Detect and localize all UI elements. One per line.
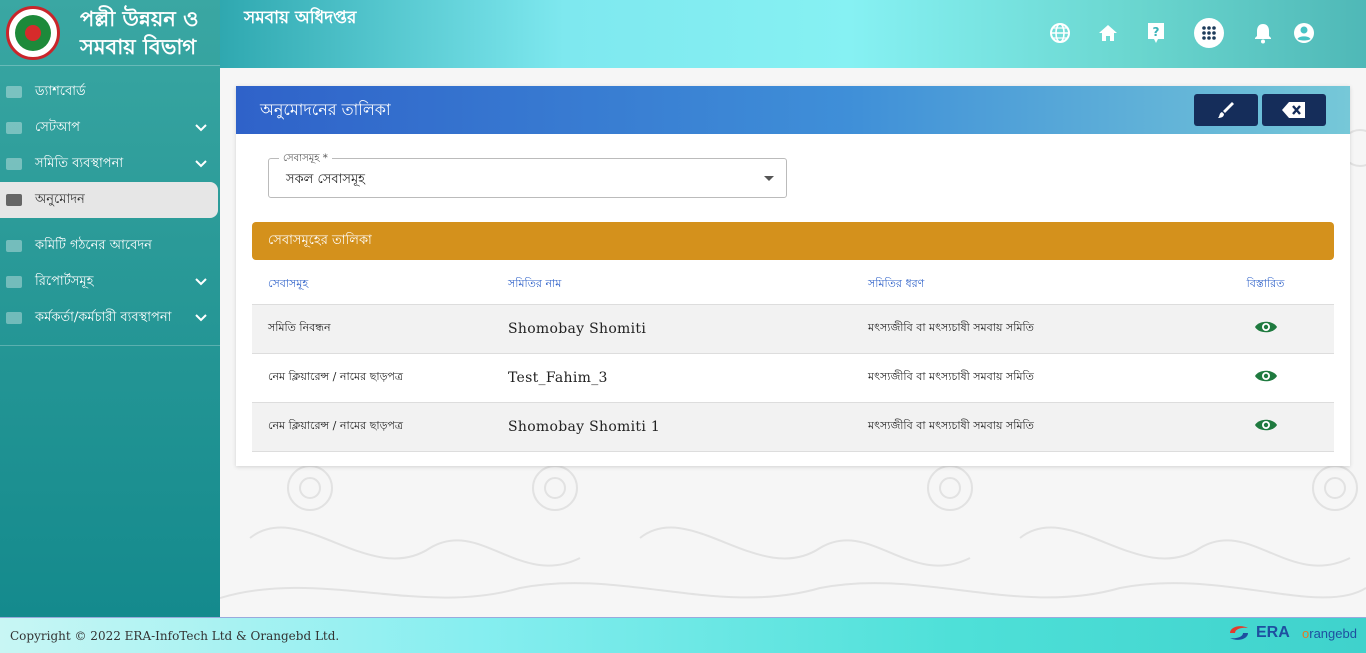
- cell-details: [1197, 304, 1334, 354]
- mail-icon: [6, 86, 22, 98]
- table-title: সেবাসমূহের তালিকা: [252, 222, 1334, 260]
- table-row: নেম ক্লিয়ারেন্স / নামের ছাড়পত্র Shomob…: [252, 402, 1334, 452]
- home-icon[interactable]: [1095, 20, 1121, 46]
- cell-society-name: Shomobay Shomiti 1: [492, 402, 852, 452]
- help-icon[interactable]: ?: [1143, 20, 1169, 46]
- chevron-down-icon: [195, 124, 207, 132]
- sidebar-item-label: সেটআপ: [35, 119, 80, 135]
- copyright-text: Copyright © 2022 ERA-InfoTech Ltd & Oran…: [10, 628, 340, 643]
- globe-icon[interactable]: [1047, 20, 1073, 46]
- view-details-icon[interactable]: [1254, 417, 1278, 436]
- page-title: সমবায় অধিদপ্তর: [244, 8, 357, 28]
- column-header-society-type[interactable]: সমিতির ধরণ: [852, 266, 1197, 305]
- view-details-icon[interactable]: [1254, 368, 1278, 387]
- cell-details: [1197, 353, 1334, 403]
- dropdown-arrow-icon: [764, 176, 774, 181]
- chevron-down-icon: [195, 160, 207, 168]
- orangebd-logo: orangebd: [1302, 626, 1357, 641]
- approval-list-card: অনুমোদনের তালিকা সেবাসমূহ * সকল সেবাসমূহ…: [236, 86, 1350, 466]
- cell-society-type: মৎস্যজীবি বা মৎস্যচাষী সমবায় সমিতি: [852, 402, 1197, 452]
- sidebar-item-dashboard[interactable]: ড্যাশবোর্ড: [0, 74, 220, 110]
- sidebar-item-label: সমিতি ব্যবস্থাপনা: [35, 155, 124, 171]
- sidebar-item-staff-management[interactable]: কর্মকর্তা/কর্মচারী ব্যবস্থাপনা: [0, 300, 220, 336]
- bell-icon[interactable]: [1250, 20, 1276, 46]
- account-icon[interactable]: [1291, 20, 1317, 46]
- sidebar-item-committee-application[interactable]: কমিটি গঠনের আবেদন: [0, 228, 220, 264]
- mail-icon: [6, 194, 22, 206]
- grid-icon: [6, 158, 22, 170]
- card-header: অনুমোদনের তালিকা: [236, 86, 1350, 134]
- era-logo: ERA: [1228, 624, 1290, 642]
- card-title: অনুমোদনের তালিকা: [260, 99, 391, 119]
- era-logo-text: ERA: [1256, 624, 1290, 641]
- mail-icon: [6, 312, 22, 324]
- orangebd-logo-text: rangebd: [1309, 626, 1357, 641]
- svg-text:?: ?: [1153, 25, 1160, 39]
- service-select-label: সেবাসমূহ *: [279, 151, 332, 168]
- sidebar-item-label: ড্যাশবোর্ড: [35, 83, 86, 99]
- column-header-details[interactable]: বিস্তারিত: [1197, 266, 1334, 305]
- column-header-society-name[interactable]: সমিতির নাম: [492, 266, 852, 305]
- chevron-down-icon: [195, 314, 207, 322]
- chevron-down-icon: [195, 278, 207, 286]
- service-select[interactable]: সেবাসমূহ * সকল সেবাসমূহ: [268, 151, 787, 198]
- cell-service: নেম ক্লিয়ারেন্স / নামের ছাড়পত্র: [252, 353, 492, 403]
- cell-society-type: মৎস্যজীবি বা মৎস্যচাষী সমবায় সমিতি: [852, 304, 1197, 354]
- brand-title-line2: সমবায় বিভাগ: [80, 33, 197, 59]
- cell-society-name: Shomobay Shomiti: [492, 304, 852, 354]
- mail-icon: [6, 122, 22, 134]
- brand: পল্লী উন্নয়ন ও সমবায় বিভাগ: [0, 0, 220, 66]
- sidebar-item-label: অনুমোদন: [35, 191, 85, 207]
- mail-icon: [6, 240, 22, 252]
- cell-details: [1197, 402, 1334, 452]
- sidebar-item-reports[interactable]: রিপোর্টসমূহ: [0, 264, 220, 300]
- table-row: নেম ক্লিয়ারেন্স / নামের ছাড়পত্র Test_F…: [252, 353, 1334, 403]
- sidebar: পল্লী উন্নয়ন ও সমবায় বিভাগ ড্যাশবোর্ড …: [0, 0, 220, 617]
- column-header-service[interactable]: সেবাসমূহ: [252, 266, 492, 305]
- clear-filter-button[interactable]: [1194, 94, 1258, 126]
- sidebar-item-label: কর্মকর্তা/কর্মচারী ব্যবস্থাপনা: [35, 309, 172, 325]
- backspace-icon: [1282, 102, 1305, 118]
- service-select-value: সকল সেবাসমূহ: [286, 172, 366, 187]
- brush-icon: [1218, 102, 1234, 118]
- brand-title: পল্লী উন্নয়ন ও সমবায় বিভাগ: [80, 5, 199, 61]
- sidebar-divider: [0, 345, 220, 346]
- table-row: সমিতি নিবন্ধন Shomobay Shomiti মৎস্যজীবি…: [252, 304, 1334, 354]
- cell-service: সমিতি নিবন্ধন: [252, 304, 492, 354]
- sidebar-item-society-management[interactable]: সমিতি ব্যবস্থাপনা: [0, 146, 220, 182]
- table-header-row: সেবাসমূহ সমিতির নাম সমিতির ধরণ বিস্তারিত: [252, 266, 1334, 305]
- sidebar-item-setup[interactable]: সেটআপ: [0, 110, 220, 146]
- footer: Copyright © 2022 ERA-InfoTech Ltd & Oran…: [0, 617, 1366, 653]
- close-button[interactable]: [1262, 94, 1326, 126]
- cell-society-name: Test_Fahim_3: [492, 353, 852, 403]
- cell-society-type: মৎস্যজীবি বা মৎস্যচাষী সমবায় সমিতি: [852, 353, 1197, 403]
- sidebar-item-label: কমিটি গঠনের আবেদন: [35, 237, 152, 253]
- brand-title-line1: পল্লী উন্নয়ন ও: [80, 5, 199, 31]
- apps-icon[interactable]: [1194, 18, 1224, 48]
- top-header: সমবায় অধিদপ্তর ?: [220, 0, 1366, 68]
- view-details-icon[interactable]: [1254, 319, 1278, 338]
- era-logo-mark-icon: [1230, 626, 1248, 640]
- sidebar-item-approval[interactable]: অনুমোদন: [0, 182, 218, 218]
- mail-icon: [6, 276, 22, 288]
- cell-service: নেম ক্লিয়ারেন্স / নামের ছাড়পত্র: [252, 402, 492, 452]
- sidebar-nav: ড্যাশবোর্ড সেটআপ সমিতি ব্যবস্থাপনা অনুমো…: [0, 74, 220, 346]
- services-table: সেবাসমূহ সমিতির নাম সমিতির ধরণ বিস্তারিত…: [252, 266, 1334, 452]
- sidebar-item-label: রিপোর্টসমূহ: [35, 273, 94, 289]
- government-logo: [6, 5, 60, 60]
